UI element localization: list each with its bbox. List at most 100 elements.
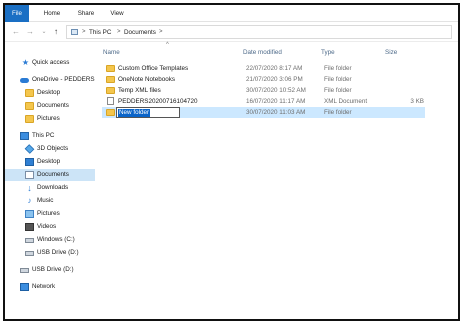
drive-icon bbox=[25, 238, 34, 243]
tab-view[interactable]: View bbox=[105, 5, 129, 22]
nav-item-music[interactable]: ♪ Music bbox=[5, 195, 95, 207]
nav-item-desktop[interactable]: Desktop bbox=[5, 156, 95, 168]
folder-icon bbox=[25, 115, 34, 123]
folder-icon bbox=[106, 87, 115, 94]
nav-item-label: Videos bbox=[37, 223, 57, 230]
nav-item-this-pc[interactable]: This PC bbox=[5, 130, 95, 142]
nav-item-label: Documents bbox=[37, 171, 69, 178]
file-date: 30/07/2020 10:52 AM bbox=[246, 87, 306, 94]
nav-item-quick-access[interactable]: ★ Quick access bbox=[5, 57, 95, 69]
network-icon bbox=[20, 283, 29, 291]
rename-selected-text[interactable]: New folder bbox=[118, 109, 151, 117]
nav-item-label: Desktop bbox=[37, 89, 61, 96]
file-name: PEDDERS20200716104720 bbox=[118, 98, 198, 105]
nav-item-usb-drive-d-root[interactable]: USB Drive (D:) bbox=[5, 264, 95, 276]
file-row-selected[interactable]: New folder 30/07/2020 11:03 AM File fold… bbox=[102, 107, 425, 118]
nav-item-onedrive[interactable]: OneDrive - PEDDERS bbox=[5, 74, 95, 86]
download-icon: ↓ bbox=[27, 183, 32, 193]
file-explorer-window: File Home Share View ← → ⌄ ↑ > This PC >… bbox=[3, 3, 460, 321]
file-name: Temp XML files bbox=[118, 87, 161, 94]
cloud-icon bbox=[20, 78, 29, 83]
nav-item-3d-objects[interactable]: 3D Objects bbox=[5, 143, 95, 155]
address-row: ← → ⌄ ↑ > This PC > Documents > bbox=[5, 22, 458, 42]
file-date: 16/07/2020 11:17 AM bbox=[246, 98, 306, 105]
nav-item-label: OneDrive - PEDDERS bbox=[32, 76, 95, 83]
file-type: File folder bbox=[324, 109, 352, 116]
file-name: Custom Office Templates bbox=[118, 65, 189, 72]
file-type: File folder bbox=[324, 65, 352, 72]
file-date: 22/07/2020 8:17 AM bbox=[246, 65, 303, 72]
video-icon bbox=[25, 223, 34, 231]
nav-item-label: Windows (C:) bbox=[37, 236, 75, 243]
up-arrow-icon[interactable]: ↑ bbox=[51, 26, 61, 38]
file-type: File folder bbox=[324, 87, 352, 94]
column-header-type[interactable]: Type bbox=[321, 47, 371, 59]
recent-chevron-icon[interactable]: ⌄ bbox=[39, 26, 49, 38]
folder-icon bbox=[106, 109, 115, 116]
this-pc-icon bbox=[71, 29, 78, 35]
nav-item-pictures[interactable]: Pictures bbox=[5, 208, 95, 220]
ribbon: File Home Share View bbox=[5, 5, 458, 22]
back-arrow-icon[interactable]: ← bbox=[11, 26, 21, 38]
nav-item-label: Downloads bbox=[37, 184, 69, 191]
nav-item-label: Network bbox=[32, 283, 56, 290]
nav-item-usb-drive-d[interactable]: USB Drive (D:) bbox=[5, 247, 95, 259]
file-size: 3 KB bbox=[410, 98, 424, 105]
music-icon: ♪ bbox=[27, 196, 32, 205]
tab-file[interactable]: File bbox=[5, 5, 29, 22]
file-date: 30/07/2020 11:03 AM bbox=[246, 109, 306, 116]
folder-icon bbox=[106, 76, 115, 83]
drive-icon bbox=[20, 268, 29, 273]
folder-icon bbox=[106, 65, 115, 72]
tab-home[interactable]: Home bbox=[40, 5, 64, 22]
folder-icon bbox=[25, 89, 34, 97]
nav-item-label: USB Drive (D:) bbox=[37, 249, 79, 256]
rename-input[interactable]: New folder bbox=[116, 107, 180, 118]
picture-icon bbox=[25, 210, 34, 218]
file-name: OneNote Notebooks bbox=[118, 76, 176, 83]
nav-item-onedrive-desktop[interactable]: Desktop bbox=[5, 87, 95, 99]
tab-share[interactable]: Share bbox=[74, 5, 98, 22]
desktop-icon bbox=[25, 158, 34, 166]
xml-file-icon bbox=[107, 97, 114, 105]
column-header-name[interactable]: Name bbox=[103, 47, 233, 59]
file-date: 21/07/2020 3:06 PM bbox=[246, 76, 303, 83]
breadcrumb-documents[interactable]: Documents bbox=[124, 26, 156, 39]
star-icon: ★ bbox=[21, 58, 30, 67]
breadcrumb-separator: > bbox=[159, 29, 163, 35]
address-bar[interactable]: > This PC > Documents > bbox=[66, 25, 452, 39]
drive-icon bbox=[25, 251, 34, 256]
file-type: XML Document bbox=[324, 98, 368, 105]
cube-icon bbox=[24, 144, 35, 154]
breadcrumb-separator: > bbox=[82, 29, 86, 35]
nav-item-videos[interactable]: Videos bbox=[5, 221, 95, 233]
file-row[interactable]: Custom Office Templates 22/07/2020 8:17 … bbox=[102, 63, 425, 74]
nav-item-network[interactable]: Network bbox=[5, 281, 95, 293]
nav-item-label: 3D Objects bbox=[37, 145, 69, 152]
nav-item-label: Desktop bbox=[37, 158, 61, 165]
breadcrumb-separator: > bbox=[117, 29, 121, 35]
forward-arrow-icon[interactable]: → bbox=[25, 26, 35, 38]
nav-item-label: Music bbox=[37, 197, 54, 204]
file-row[interactable]: Temp XML files 30/07/2020 10:52 AM File … bbox=[102, 85, 425, 96]
computer-icon bbox=[20, 132, 29, 140]
column-header-size[interactable]: Size bbox=[385, 47, 415, 59]
folder-icon bbox=[25, 102, 34, 110]
nav-item-label: Pictures bbox=[37, 115, 60, 122]
nav-item-windows-c[interactable]: Windows (C:) bbox=[5, 234, 95, 246]
nav-item-onedrive-pictures[interactable]: Pictures bbox=[5, 113, 95, 125]
nav-item-label: Quick access bbox=[32, 59, 70, 66]
file-row[interactable]: OneNote Notebooks 21/07/2020 3:06 PM Fil… bbox=[102, 74, 425, 85]
breadcrumb-this-pc[interactable]: This PC bbox=[89, 26, 111, 39]
nav-item-label: Pictures bbox=[37, 210, 60, 217]
navigation-pane: ★ Quick access OneDrive - PEDDERS Deskto… bbox=[5, 43, 95, 319]
nav-item-documents[interactable]: Documents bbox=[5, 169, 95, 181]
nav-item-label: Documents bbox=[37, 102, 69, 109]
nav-item-label: This PC bbox=[32, 132, 55, 139]
file-row[interactable]: PEDDERS20200716104720 16/07/2020 11:17 A… bbox=[102, 96, 425, 107]
column-header-date-modified[interactable]: Date modified bbox=[243, 47, 313, 59]
nav-item-onedrive-documents[interactable]: Documents bbox=[5, 100, 95, 112]
document-icon bbox=[25, 171, 34, 179]
nav-item-downloads[interactable]: ↓ Downloads bbox=[5, 182, 95, 194]
nav-item-label: USB Drive (D:) bbox=[32, 266, 74, 273]
